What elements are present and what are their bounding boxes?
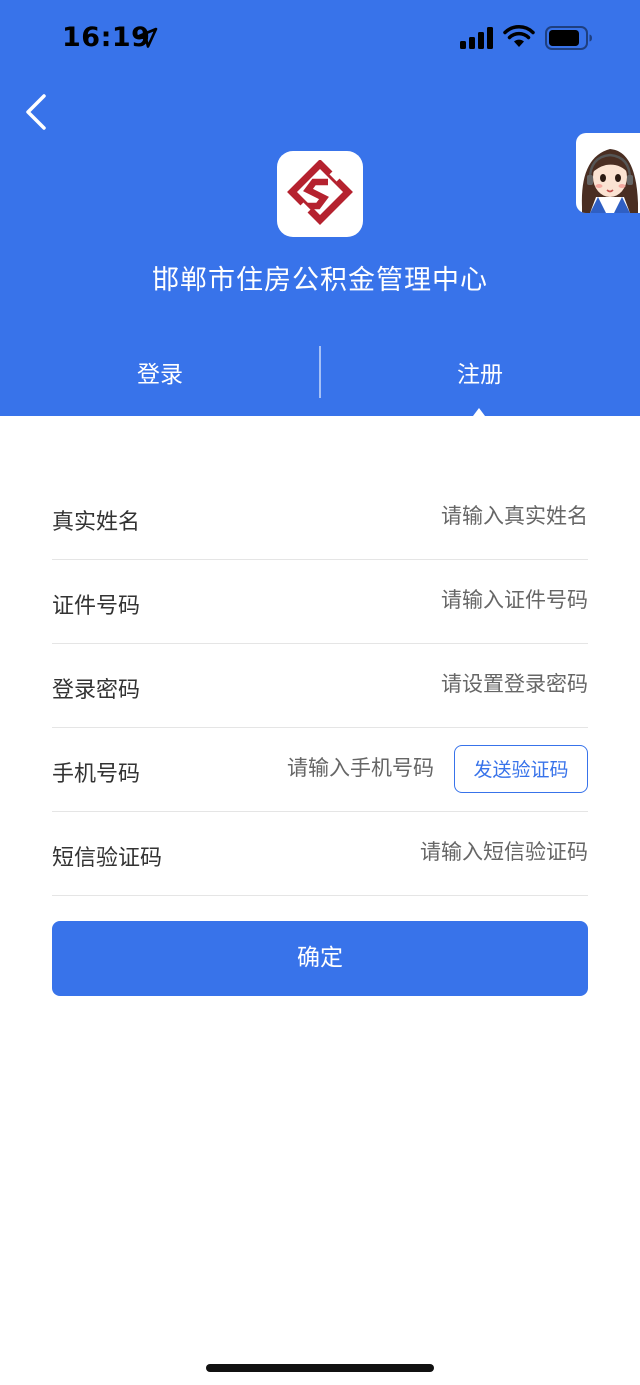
form-row-name: 真实姓名 [52,476,588,560]
housing-fund-logo-icon [287,160,353,225]
tab-register[interactable]: 注册 [320,355,640,389]
name-input[interactable] [328,494,588,538]
location-arrow-icon [136,27,158,48]
org-title: 邯郸市住房公积金管理中心 [152,265,488,296]
battery-icon [545,26,592,50]
id-number-input[interactable] [328,578,588,622]
sms-code-input[interactable] [328,830,588,874]
password-input[interactable] [328,662,588,706]
back-button[interactable] [18,90,58,136]
phone-input[interactable] [214,746,434,790]
home-indicator [206,1364,434,1372]
cellular-signal-icon [460,27,493,49]
register-form: 真实姓名 证件号码 登录密码 手机号码 发送验证码 短信验证码 [52,476,588,896]
password-label: 登录密码 [52,678,141,703]
confirm-button[interactable]: 确定 [52,921,588,996]
send-code-button[interactable]: 发送验证码 [454,745,588,793]
customer-service-avatar-icon [581,149,638,213]
chevron-left-icon [26,94,46,130]
name-label: 真实姓名 [52,510,141,535]
header: 16:19 邯郸市住房公积金管理中心 登录 注册 [0,0,640,416]
sms-code-label: 短信验证码 [52,846,163,871]
app-logo [277,151,363,237]
customer-service-avatar[interactable] [576,133,640,213]
phone-label: 手机号码 [52,762,141,787]
form-row-phone: 手机号码 发送验证码 [52,728,588,812]
active-tab-indicator [473,408,485,416]
status-bar: 16:19 [0,0,640,76]
tab-login[interactable]: 登录 [0,355,320,389]
form-row-password: 登录密码 [52,644,588,728]
wifi-icon [503,25,535,47]
form-row-id: 证件号码 [52,560,588,644]
form-row-sms-code: 短信验证码 [52,812,588,896]
id-number-label: 证件号码 [52,594,141,619]
